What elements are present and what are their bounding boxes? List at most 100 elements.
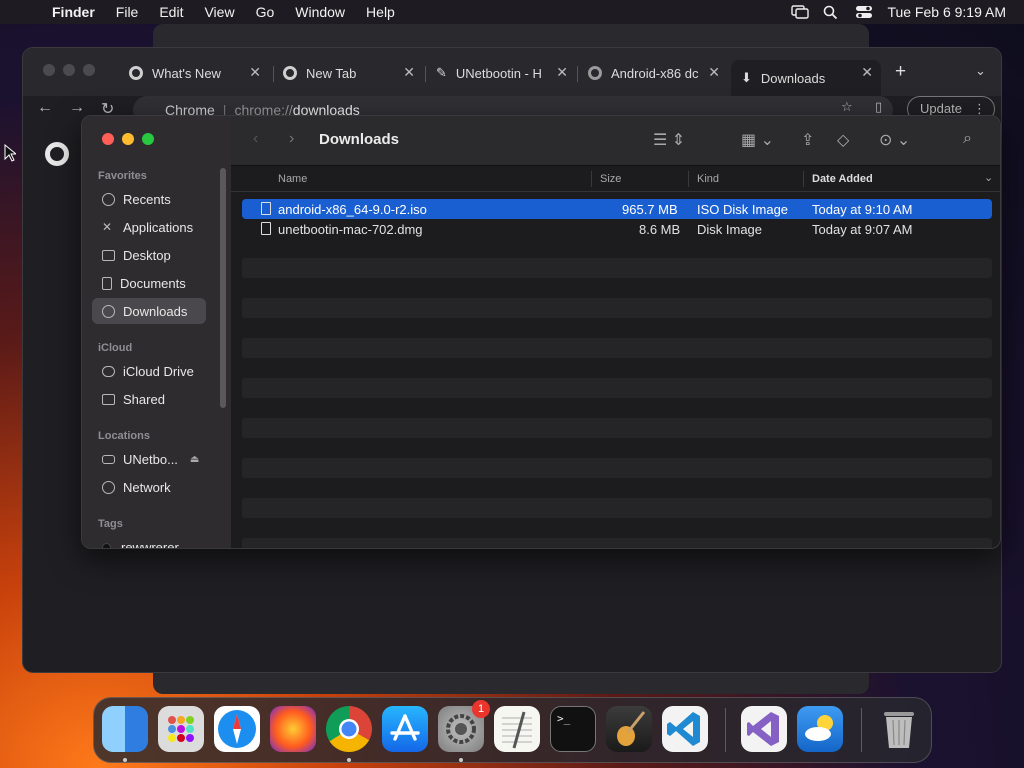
sidebar-item-label: Documents — [120, 275, 186, 291]
tab-search-chevron-icon[interactable]: ⌄ — [975, 63, 986, 79]
garageband-icon[interactable] — [606, 706, 652, 752]
column-name[interactable]: Name — [278, 173, 307, 185]
file-date-added: Today at 9:07 AM — [812, 222, 913, 237]
search-icon[interactable]: ⌕ — [963, 130, 972, 148]
safari-icon[interactable] — [214, 706, 260, 752]
file-row-android-iso[interactable]: android-x86_64-9.0-r2.iso 965.7 MB ISO D… — [242, 199, 992, 219]
tab-unetbootin[interactable]: ✎ UNetbootin - H ✕ — [426, 60, 576, 86]
file-row-unetbootin-dmg[interactable]: unetbootin-mac-702.dmg 8.6 MB Disk Image… — [242, 219, 992, 239]
chrome-icon[interactable] — [326, 706, 372, 752]
tab-whats-new[interactable]: What's New ✕ — [119, 60, 269, 86]
tab-new-tab[interactable]: New Tab ✕ — [273, 60, 423, 86]
sidebar-item-unetbootin-volume[interactable]: UNetbo... ⏏ — [92, 446, 206, 472]
new-tab-plus-icon[interactable]: + — [895, 61, 906, 83]
chrome-close-button[interactable] — [43, 64, 55, 76]
download-icon — [102, 304, 115, 318]
file-kind: Disk Image — [697, 222, 763, 237]
sidebar-item-recents[interactable]: Recents — [92, 186, 206, 212]
menu-edit[interactable]: Edit — [159, 4, 183, 20]
menu-file[interactable]: File — [116, 4, 139, 20]
column-divider[interactable] — [803, 171, 804, 187]
tab-close-icon[interactable]: ✕ — [403, 64, 415, 81]
visual-studio-icon[interactable] — [741, 706, 787, 752]
textedit-icon[interactable] — [494, 706, 540, 752]
running-indicator — [123, 758, 127, 762]
list-view-icon[interactable]: ☰ ⇕ — [653, 130, 685, 150]
menu-view[interactable]: View — [204, 4, 234, 20]
sidebar-item-icloud-drive[interactable]: iCloud Drive — [92, 358, 206, 384]
column-divider[interactable] — [688, 171, 689, 187]
sidebar-scrollbar[interactable] — [220, 168, 226, 408]
menu-help[interactable]: Help — [366, 4, 395, 20]
sort-chevron-icon[interactable]: ⌄ — [984, 171, 993, 184]
sidebar-item-downloads[interactable]: Downloads — [92, 298, 206, 324]
bookmark-star-icon[interactable]: ☆ — [841, 99, 853, 115]
finder-close-button[interactable] — [102, 133, 114, 145]
column-kind[interactable]: Kind — [697, 173, 719, 185]
app-store-icon[interactable] — [382, 706, 428, 752]
column-size[interactable]: Size — [600, 173, 621, 185]
menu-clock[interactable]: Tue Feb 6 9:19 AM — [887, 4, 1006, 20]
terminal-icon[interactable]: >_ — [550, 706, 596, 752]
back-chevron-icon[interactable]: ‹ — [253, 130, 258, 148]
system-settings-icon[interactable]: 1 — [438, 700, 490, 752]
more-actions-icon[interactable]: ⊙ ⌄ — [879, 130, 910, 150]
tab-strip: What's New ✕ New Tab ✕ ✎ UNetbootin - H … — [23, 48, 1001, 96]
sidebar-item-network[interactable]: Network — [92, 474, 206, 500]
screen-mirroring-icon[interactable] — [791, 5, 810, 19]
trash-icon[interactable] — [876, 706, 922, 752]
finder-minimize-button[interactable] — [122, 133, 134, 145]
clock-icon — [102, 192, 115, 206]
tab-close-icon[interactable]: ✕ — [249, 64, 261, 81]
forward-arrow-icon[interactable]: → — [69, 99, 85, 117]
sidebar-item-tag[interactable]: rewwrerer — [92, 534, 206, 549]
tags-header: Tags — [98, 518, 123, 530]
eject-icon[interactable]: ⏏ — [190, 454, 199, 465]
control-center-icon[interactable] — [855, 5, 873, 19]
loading-favicon-icon — [588, 66, 602, 80]
sidebar-item-label: iCloud Drive — [123, 363, 194, 379]
share-icon[interactable]: ⇪ — [801, 130, 814, 150]
favorites-header: Favorites — [98, 170, 147, 182]
column-date-added[interactable]: Date Added — [812, 173, 873, 185]
tab-close-icon[interactable]: ✕ — [861, 64, 873, 81]
sidebar-item-label: rewwrerer — [121, 539, 179, 549]
side-panel-icon[interactable]: ▯ — [875, 99, 882, 115]
file-size: 965.7 MB — [622, 202, 678, 217]
menu-app-name[interactable]: Finder — [52, 4, 95, 20]
chrome-minimize-button[interactable] — [63, 64, 75, 76]
firefox-icon[interactable] — [270, 706, 316, 752]
launchpad-icon[interactable] — [158, 706, 204, 752]
back-arrow-icon[interactable]: ← — [37, 99, 53, 117]
tab-close-icon[interactable]: ✕ — [556, 64, 568, 81]
menu-go[interactable]: Go — [256, 4, 275, 20]
forward-chevron-icon[interactable]: › — [289, 130, 294, 148]
chrome-zoom-button[interactable] — [83, 64, 95, 76]
tab-downloads[interactable]: ⬇ Downloads ✕ — [731, 60, 881, 96]
menu-window[interactable]: Window — [295, 4, 345, 20]
icloud-header: iCloud — [98, 342, 133, 354]
spotlight-search-icon[interactable] — [823, 5, 841, 20]
sidebar-item-documents[interactable]: Documents — [92, 270, 206, 296]
tag-icon[interactable]: ◇ — [837, 130, 849, 150]
update-label: Update — [920, 101, 962, 116]
finder-icon[interactable] — [102, 706, 148, 752]
desktop-icon — [102, 249, 115, 261]
sidebar-item-desktop[interactable]: Desktop — [92, 242, 206, 268]
sidebar-item-applications[interactable]: ✕ Applications — [92, 214, 206, 240]
sidebar-item-label: Desktop — [123, 247, 171, 263]
vscode-icon[interactable] — [662, 706, 708, 752]
dock-divider — [861, 708, 862, 752]
column-divider[interactable] — [591, 171, 592, 187]
tab-close-icon[interactable]: ✕ — [708, 64, 720, 81]
file-size: 8.6 MB — [639, 222, 681, 237]
weather-icon[interactable] — [797, 706, 843, 752]
empty-row-stripe — [242, 298, 992, 318]
sidebar-item-shared[interactable]: Shared — [92, 386, 206, 412]
empty-row-stripe — [242, 418, 992, 438]
empty-row-stripe — [242, 378, 992, 398]
empty-row-stripe — [242, 258, 992, 278]
finder-zoom-button[interactable] — [142, 133, 154, 145]
group-by-icon[interactable]: ▦ ⌄ — [741, 130, 774, 150]
tab-android-x86[interactable]: Android-x86 dc ✕ — [578, 60, 728, 86]
